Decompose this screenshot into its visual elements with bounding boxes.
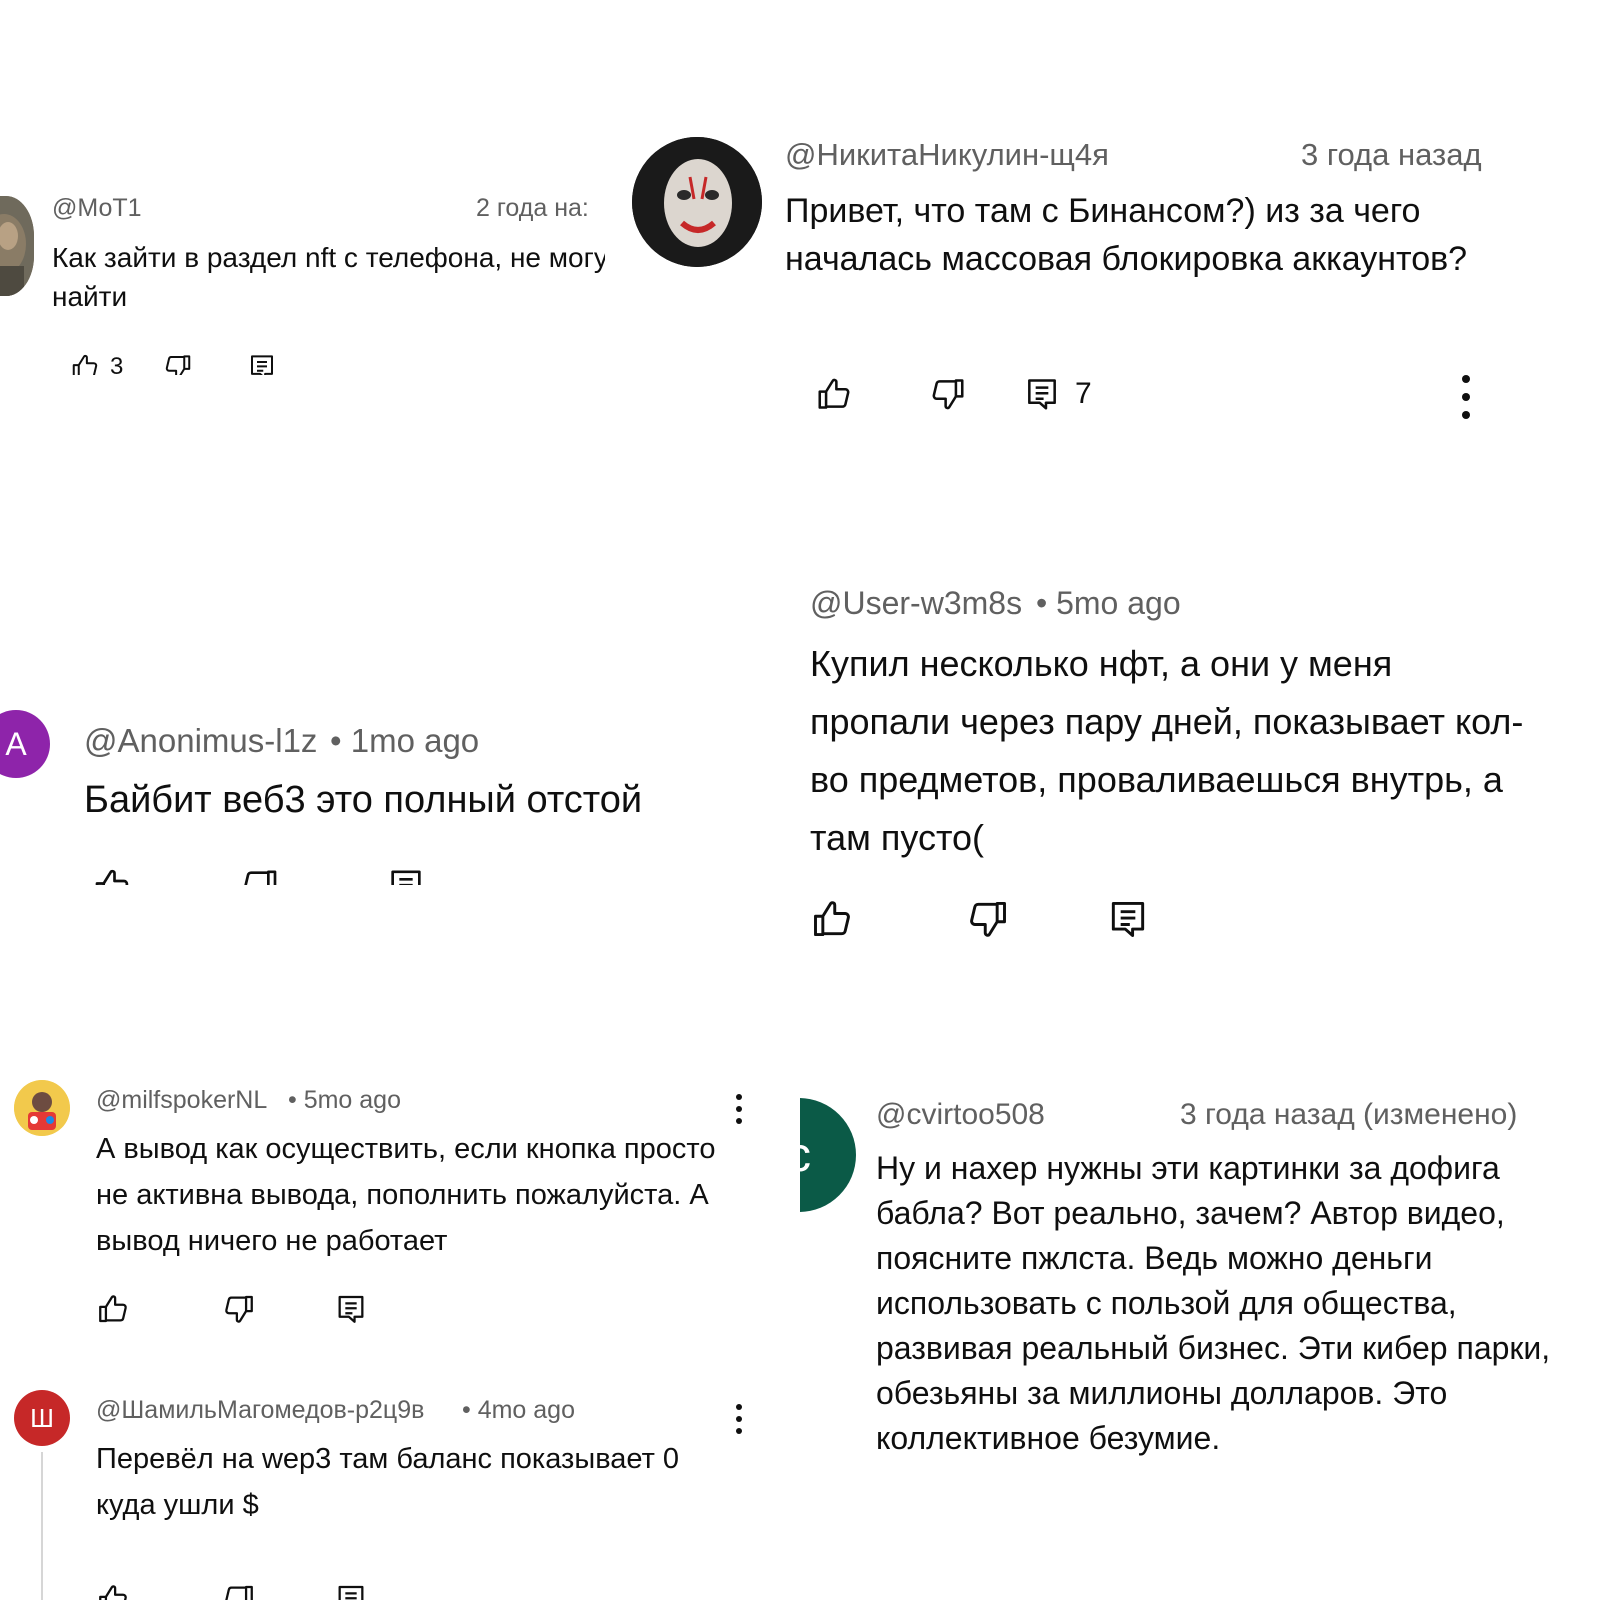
comment-card: @НикитаНикулин-щ4я 3 года назад Привет, … bbox=[625, 125, 1550, 435]
comment-actions bbox=[96, 1292, 368, 1326]
comment-author[interactable]: @НикитаНикулин-щ4я bbox=[785, 137, 1109, 173]
comment-actions bbox=[96, 1582, 368, 1600]
comment-timestamp[interactable]: 3 года назад (изменено) bbox=[1180, 1098, 1517, 1132]
comment-card: @МоТ1 2 года на: Как зайти в раздел nft … bbox=[0, 180, 605, 375]
avatar[interactable]: Ш bbox=[14, 1390, 70, 1446]
comment-timestamp[interactable]: • 1mo ago bbox=[330, 722, 479, 760]
reply-button[interactable] bbox=[1106, 897, 1150, 941]
reply-button[interactable] bbox=[334, 1292, 368, 1326]
like-button[interactable] bbox=[92, 866, 132, 885]
like-icon bbox=[70, 352, 100, 375]
reply-count: 7 bbox=[1075, 377, 1092, 410]
dislike-icon bbox=[222, 1292, 256, 1326]
comment-card: A @Anonimus-l1z • 1mo ago Байбит веб3 эт… bbox=[0, 710, 720, 885]
comment-timestamp[interactable]: • 4mo ago bbox=[462, 1396, 575, 1425]
comment-text: А вывод как осуществить, если кнопка про… bbox=[96, 1133, 716, 1257]
dislike-icon bbox=[240, 866, 280, 885]
thread-line bbox=[41, 1452, 43, 1600]
like-icon bbox=[96, 1292, 130, 1326]
dislike-button[interactable] bbox=[240, 866, 280, 885]
more-vert-icon[interactable] bbox=[734, 1094, 744, 1124]
comment-timestamp[interactable]: 2 года на: bbox=[476, 194, 589, 223]
dislike-button[interactable] bbox=[222, 1582, 256, 1600]
like-icon bbox=[92, 866, 132, 885]
avatar[interactable]: c bbox=[800, 1098, 856, 1212]
dislike-button[interactable] bbox=[163, 352, 193, 375]
dislike-button[interactable] bbox=[966, 897, 1010, 941]
comment-author[interactable]: @User-w3m8s bbox=[810, 585, 1022, 622]
more-vert-icon[interactable] bbox=[1460, 375, 1472, 419]
reply-button[interactable]: 7 bbox=[1023, 375, 1092, 413]
avatar-letter: Ш bbox=[30, 1402, 54, 1433]
like-icon bbox=[810, 897, 854, 941]
avatar[interactable] bbox=[14, 1080, 70, 1136]
reply-icon bbox=[1106, 897, 1150, 941]
comment-author[interactable]: @cvirtoo508 bbox=[876, 1098, 1045, 1132]
dislike-button[interactable] bbox=[929, 375, 967, 413]
like-count: 3 bbox=[110, 353, 124, 375]
dislike-icon bbox=[222, 1582, 256, 1600]
avatar[interactable] bbox=[632, 137, 762, 267]
comment-author[interactable]: @ШамильМагомедов-р2ц9в bbox=[96, 1396, 424, 1425]
like-button[interactable] bbox=[96, 1292, 130, 1326]
like-button[interactable]: 3 bbox=[70, 352, 123, 375]
reply-icon bbox=[386, 866, 426, 885]
avatar-letter: A bbox=[5, 725, 27, 762]
reply-icon bbox=[247, 352, 277, 375]
reply-icon bbox=[334, 1582, 368, 1600]
reply-button[interactable] bbox=[386, 866, 426, 885]
avatar[interactable] bbox=[0, 196, 34, 296]
avatar-letter: c bbox=[800, 1128, 811, 1183]
like-icon bbox=[815, 375, 853, 413]
reply-icon bbox=[334, 1292, 368, 1326]
comment-text: Купил несколько нфт, а они у меня пропал… bbox=[810, 643, 1524, 858]
comment-card: @User-w3m8s • 5mo ago Купил несколько нф… bbox=[800, 575, 1560, 960]
reply-icon bbox=[1023, 375, 1061, 413]
comment-actions: 3 bbox=[70, 352, 277, 375]
comment-timestamp[interactable]: • 5mo ago bbox=[1036, 585, 1181, 622]
comment-actions bbox=[810, 897, 1150, 941]
comment-text: Привет, что там с Бинансом?) из за чего … bbox=[785, 192, 1468, 278]
avatar-photo-icon bbox=[632, 137, 762, 267]
comment-actions bbox=[92, 866, 426, 885]
comment-author[interactable]: @milfspokerNL bbox=[96, 1086, 267, 1115]
comment-timestamp[interactable]: 3 года назад bbox=[1301, 137, 1482, 173]
like-button[interactable] bbox=[810, 897, 854, 941]
comment-thread: @milfspokerNL • 5mo ago А вывод как осущ… bbox=[0, 1070, 775, 1600]
comment-text: Ну и нахер нужны эти картинки за дофига … bbox=[876, 1150, 1551, 1456]
comment-card: c @cvirtoo508 3 года назад (изменено) Ну… bbox=[800, 1090, 1570, 1540]
comment-actions: 7 bbox=[815, 375, 1092, 413]
comment-author[interactable]: @МоТ1 bbox=[52, 194, 142, 223]
dislike-button[interactable] bbox=[222, 1292, 256, 1326]
more-vert-icon[interactable] bbox=[734, 1404, 744, 1434]
avatar[interactable]: A bbox=[0, 710, 50, 778]
avatar-photo-icon bbox=[14, 1080, 70, 1136]
like-button[interactable] bbox=[815, 375, 853, 413]
comment-text: Как зайти в раздел nft с телефона, не мо… bbox=[52, 242, 605, 312]
like-icon bbox=[96, 1582, 130, 1600]
avatar-photo-icon bbox=[0, 196, 34, 296]
like-button[interactable] bbox=[96, 1582, 130, 1600]
comment-timestamp[interactable]: • 5mo ago bbox=[288, 1086, 401, 1115]
dislike-icon bbox=[163, 352, 193, 375]
comment-text: Байбит веб3 это полный отстой bbox=[84, 779, 643, 821]
dislike-icon bbox=[966, 897, 1010, 941]
reply-button[interactable] bbox=[334, 1582, 368, 1600]
reply-button[interactable] bbox=[247, 352, 277, 375]
dislike-icon bbox=[929, 375, 967, 413]
comment-text: Перевёл на wep3 там баланс показывает 0 … bbox=[96, 1443, 680, 1521]
comment-author[interactable]: @Anonimus-l1z bbox=[84, 722, 317, 760]
